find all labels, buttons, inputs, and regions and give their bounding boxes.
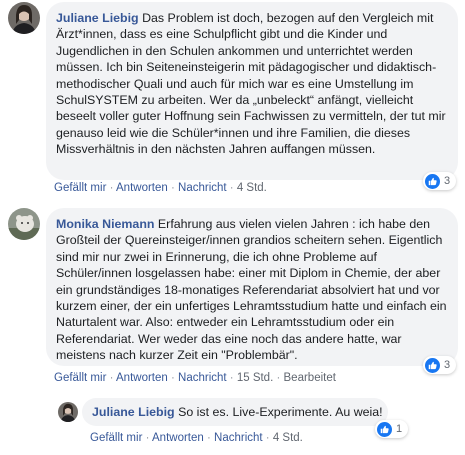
reaction-number: 3 — [444, 359, 451, 371]
avatar[interactable] — [8, 208, 40, 240]
reaction-number: 3 — [444, 175, 451, 187]
message-link[interactable]: Nachricht — [178, 182, 227, 194]
reaction-count[interactable]: 3 — [423, 356, 457, 374]
message-link[interactable]: Nachricht — [178, 372, 227, 384]
like-icon — [425, 173, 440, 189]
like-icon — [377, 421, 392, 437]
comment-actions: Gefällt mir · Antworten · Nachricht · 15… — [54, 372, 336, 384]
comment-body: Monika Niemann Erfahrung aus vielen viel… — [56, 216, 452, 364]
timestamp[interactable]: 4 Std. — [237, 182, 267, 194]
message-link[interactable]: Nachricht — [214, 432, 263, 444]
comment-bubble: Juliane Liebig So ist es. Live-Experimen… — [82, 398, 388, 426]
reaction-number: 1 — [396, 423, 403, 435]
reaction-count[interactable]: 1 — [375, 420, 409, 438]
avatar[interactable] — [58, 402, 78, 422]
reply-link[interactable]: Antworten — [116, 182, 168, 194]
comment-author[interactable]: Juliane Liebig — [92, 405, 175, 419]
reply-link[interactable]: Antworten — [152, 432, 204, 444]
edited-label[interactable]: Bearbeitet — [284, 372, 336, 384]
timestamp[interactable]: 15 Std. — [237, 372, 273, 384]
comment-text: So ist es. Live-Experimente. Au weia! — [178, 405, 383, 419]
like-link[interactable]: Gefällt mir — [90, 432, 142, 444]
comment-author[interactable]: Monika Niemann — [56, 217, 154, 231]
comment-text: Erfahrung aus vielen vielen Jahren : ich… — [56, 217, 447, 363]
comment-bubble: Juliane Liebig Das Problem ist doch, bez… — [46, 2, 458, 180]
comment-body: Juliane Liebig So ist es. Live-Experimen… — [92, 404, 383, 420]
comment-bubble: Monika Niemann Erfahrung aus vielen viel… — [46, 208, 458, 366]
like-link[interactable]: Gefällt mir — [54, 182, 106, 194]
timestamp[interactable]: 4 Std. — [273, 432, 303, 444]
reply-link[interactable]: Antworten — [116, 372, 168, 384]
like-icon — [425, 357, 440, 373]
comment-actions: Gefällt mir · Antworten · Nachricht · 4 … — [54, 182, 267, 194]
comment-text: Das Problem ist doch, bezogen auf den Ve… — [56, 11, 446, 157]
comment-body: Juliane Liebig Das Problem ist doch, bez… — [56, 10, 452, 158]
comment-actions: Gefällt mir · Antworten · Nachricht · 4 … — [90, 432, 303, 444]
avatar[interactable] — [8, 2, 40, 34]
reaction-count[interactable]: 3 — [423, 172, 457, 190]
comment-author[interactable]: Juliane Liebig — [56, 11, 139, 25]
like-link[interactable]: Gefällt mir — [54, 372, 106, 384]
